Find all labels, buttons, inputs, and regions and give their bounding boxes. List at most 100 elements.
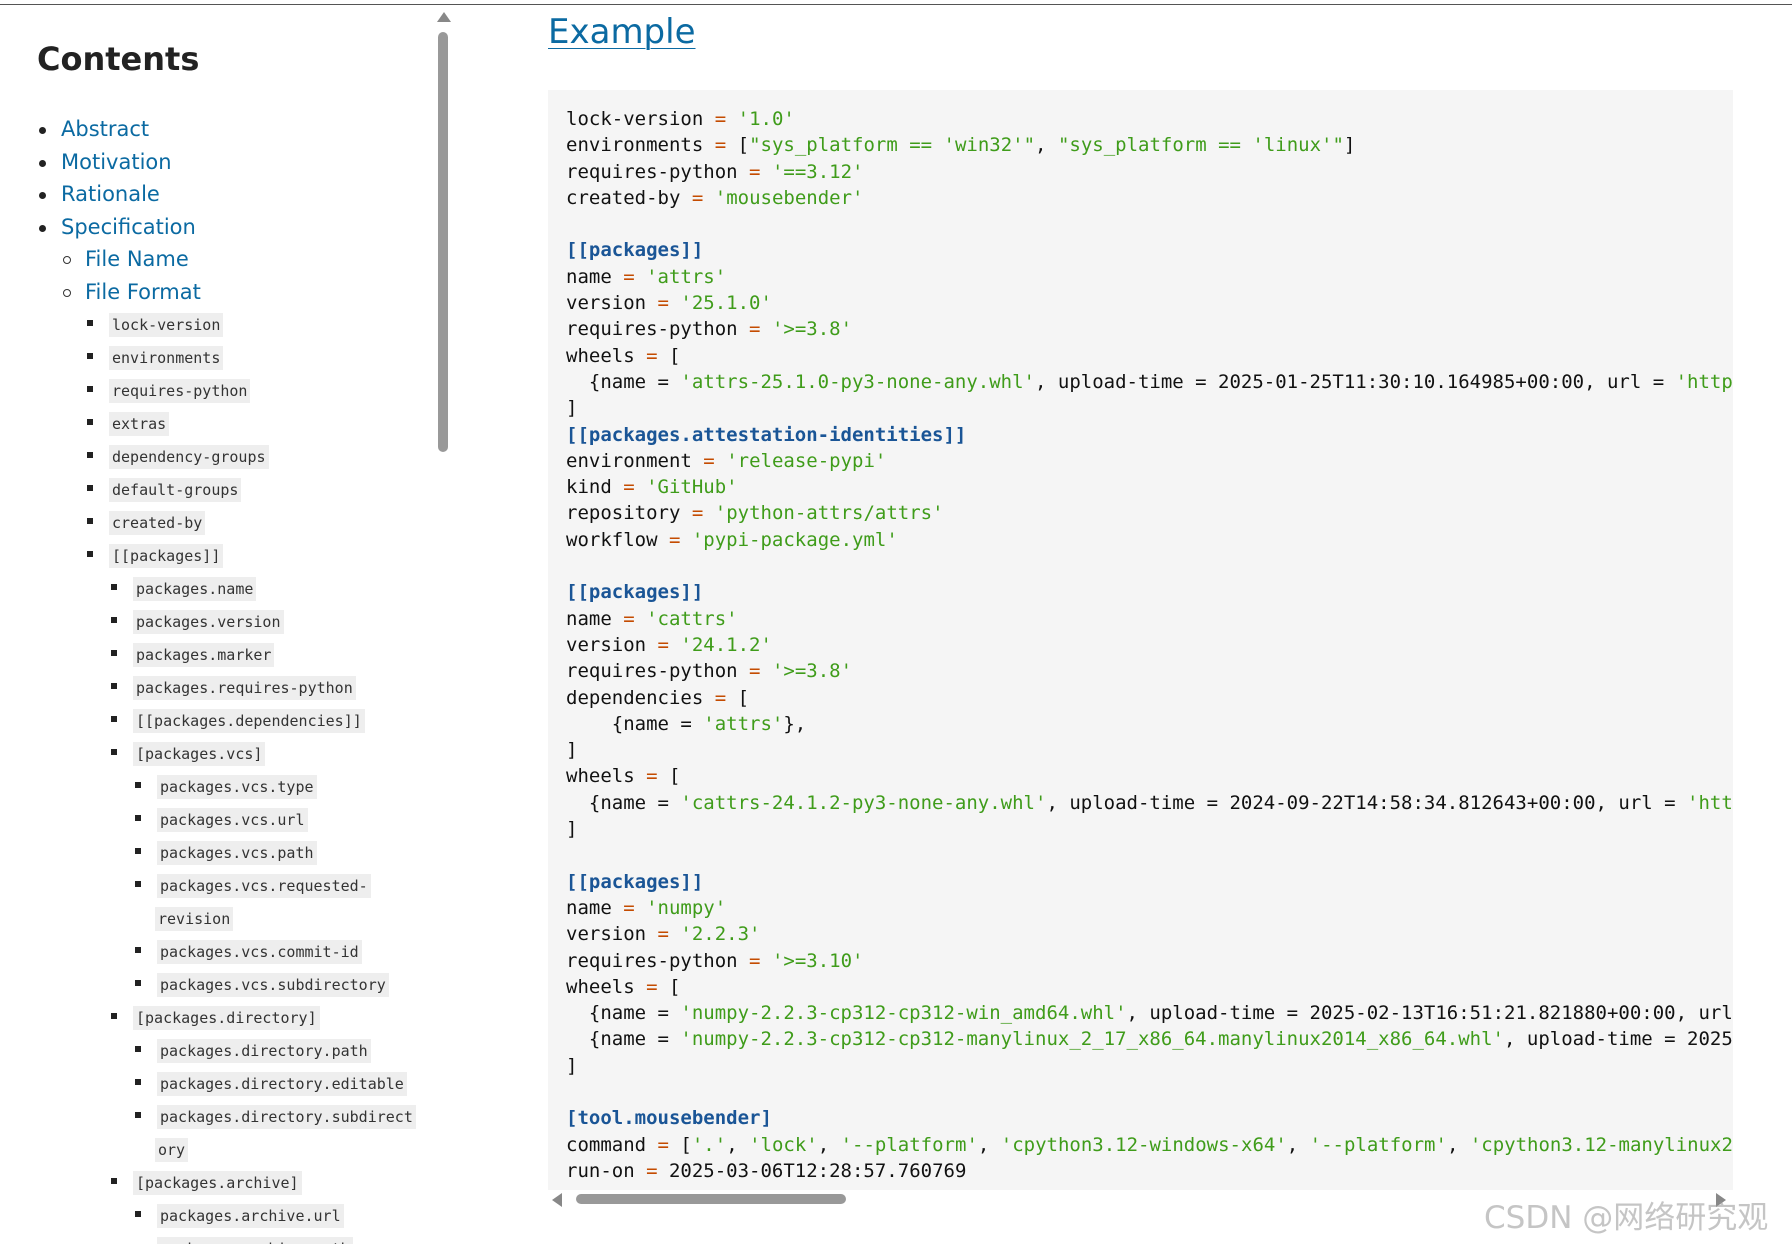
toc-code-label: packages.vcs.path bbox=[157, 841, 317, 865]
toc-link-packages-vcs-subdirectory[interactable]: packages.vcs.subdirectory bbox=[157, 973, 389, 997]
code-token: 'attrs' bbox=[703, 712, 784, 735]
code-line: [tool.mousebender] bbox=[566, 1107, 772, 1129]
toc-code-label: dependency-groups bbox=[109, 445, 269, 469]
toc-code-label-continued: ory bbox=[155, 1138, 189, 1162]
watermark: CSDN @网络研究观 bbox=[1484, 1200, 1769, 1236]
toc-link-packages-vcs-commit-id[interactable]: packages.vcs.commit-id bbox=[157, 940, 362, 964]
section-heading-example[interactable]: Example bbox=[548, 12, 696, 52]
toc-code-label: packages.vcs.commit-id bbox=[157, 940, 362, 964]
code-line: dependencies = [ bbox=[566, 687, 749, 709]
toc-link-motivation[interactable]: Motivation bbox=[61, 149, 172, 175]
toc-link-packages-directory-editable[interactable]: packages.directory.editable bbox=[157, 1072, 407, 1096]
scroll-left-arrow-icon[interactable] bbox=[552, 1193, 562, 1207]
scroll-up-arrow-icon[interactable] bbox=[437, 12, 451, 22]
bullet-square-icon bbox=[111, 716, 117, 722]
toc-link-packages-name[interactable]: packages.name bbox=[133, 577, 257, 601]
toc-code-label: packages.vcs.subdirectory bbox=[157, 973, 389, 997]
code-token: "sys_platform == 'linux'" bbox=[1057, 134, 1344, 157]
code-token: 'numpy' bbox=[646, 896, 727, 919]
code-line: environment = 'release-pypi' bbox=[566, 450, 886, 472]
code-token: {name = bbox=[566, 1002, 681, 1025]
toc-link-rationale[interactable]: Rationale bbox=[61, 181, 160, 207]
toc-code-label: [[packages.dependencies]] bbox=[133, 709, 365, 733]
code-token: = bbox=[749, 160, 761, 183]
code-token: ] bbox=[566, 739, 578, 762]
toc-link-packages-marker[interactable]: packages.marker bbox=[133, 643, 275, 667]
code-token: '--platform' bbox=[840, 1133, 978, 1156]
toc-item-packages-directory-path: packages.directory.path bbox=[0, 1033, 440, 1066]
toc-link-packages-archive-path[interactable]: packages.archive.path bbox=[157, 1237, 353, 1244]
code-token: = bbox=[691, 502, 704, 525]
toc-link-lock-version[interactable]: lock-version bbox=[109, 313, 224, 337]
code-token: '25.1.0' bbox=[680, 292, 772, 315]
toc-link-packages-vcs-path[interactable]: packages.vcs.path bbox=[157, 841, 317, 865]
code-token: , bbox=[1286, 1133, 1310, 1156]
toc-link-environments[interactable]: environments bbox=[109, 346, 224, 370]
toc-item-packages-marker: packages.marker bbox=[0, 637, 440, 670]
code-line: requires-python = '>=3.8' bbox=[566, 318, 852, 340]
toc-link-packages-archive-url[interactable]: packages.archive.url bbox=[157, 1204, 344, 1228]
code-token: created-by bbox=[566, 186, 692, 209]
toc-link-file-format[interactable]: File Format bbox=[85, 279, 201, 305]
toc-link-packages-version[interactable]: packages.version bbox=[133, 610, 284, 634]
code-token: 'attrs' bbox=[646, 265, 727, 288]
code-token: requires-python bbox=[566, 160, 750, 183]
toc-link-packages-archive[interactable]: [packages.archive] bbox=[133, 1171, 302, 1195]
code-line: [[packages]] bbox=[566, 581, 703, 603]
toc-item-environments: environments bbox=[0, 340, 440, 373]
toc-link-packages-vcs[interactable]: [packages.vcs] bbox=[133, 742, 266, 766]
toc-link-packages-dependencies[interactable]: [[packages.dependencies]] bbox=[133, 709, 365, 733]
toc-link-default-groups[interactable]: default-groups bbox=[109, 478, 242, 502]
toc-link-requires-python[interactable]: requires-python bbox=[109, 379, 251, 403]
toc-link-packages[interactable]: [[packages]] bbox=[109, 544, 224, 568]
sidebar-scrollbar-thumb[interactable] bbox=[438, 32, 448, 452]
bullet-square-icon bbox=[87, 518, 93, 524]
code-token: ] bbox=[566, 818, 578, 841]
toc-link-specification[interactable]: Specification bbox=[61, 214, 196, 240]
toc-link-dependency-groups[interactable]: dependency-groups bbox=[109, 445, 269, 469]
code-line: repository = 'python-attrs/attrs' bbox=[566, 502, 944, 524]
toc-link-packages-vcs-type[interactable]: packages.vcs.type bbox=[157, 775, 317, 799]
code-token: {name = bbox=[566, 712, 704, 735]
code-token: 'cpython3.12-manylinux2014-x64' bbox=[1469, 1133, 1733, 1156]
code-scrollbar-thumb[interactable] bbox=[576, 1194, 846, 1204]
toc-item-packages-archive: [packages.archive] bbox=[0, 1165, 440, 1198]
toc-link-packages-directory[interactable]: [packages.directory] bbox=[133, 1006, 320, 1030]
sidebar-scrollbar[interactable] bbox=[436, 6, 451, 1244]
code-token: [ bbox=[668, 1133, 692, 1156]
code-token: repository bbox=[566, 502, 692, 525]
toc-item-extras: extras bbox=[0, 406, 440, 439]
toc-link-abstract[interactable]: Abstract bbox=[61, 116, 149, 142]
code-token: 'pypi-package.yml' bbox=[691, 528, 898, 551]
toc-item-created-by: created-by bbox=[0, 505, 440, 538]
toc-link-packages-directory-path[interactable]: packages.directory.path bbox=[157, 1039, 371, 1063]
code-token: '>=3.8' bbox=[771, 660, 853, 683]
code-section-header: [[packages]] bbox=[566, 239, 704, 262]
toc-link-packages-requires-python[interactable]: packages.requires-python bbox=[133, 676, 356, 700]
toc-link-extras[interactable]: extras bbox=[109, 412, 170, 436]
toc-link-file-name[interactable]: File Name bbox=[85, 246, 189, 272]
code-token: = bbox=[623, 476, 635, 499]
bullet-square-icon bbox=[135, 1211, 141, 1217]
code-token: requires-python bbox=[566, 949, 750, 972]
toc-link-packages-directory-subdirectory[interactable]: packages.directory.subdirect bbox=[157, 1105, 416, 1129]
code-line: {name = 'numpy-2.2.3-cp312-cp312-manylin… bbox=[566, 1028, 1733, 1050]
bullet-square-icon bbox=[111, 650, 117, 656]
toc-code-label: default-groups bbox=[109, 478, 242, 502]
toc-code-label: packages.marker bbox=[133, 643, 275, 667]
code-token: requires-python bbox=[566, 318, 750, 341]
code-line: workflow = 'pypi-package.yml' bbox=[566, 529, 898, 551]
toc-item-packages-vcs-requested-revision: packages.vcs.requested-revision bbox=[0, 868, 440, 934]
toc-link-packages-vcs-requested-revision[interactable]: packages.vcs.requested- bbox=[157, 874, 371, 898]
code-token: kind bbox=[566, 476, 624, 499]
toc-link-created-by[interactable]: created-by bbox=[109, 511, 206, 535]
code-token: [ bbox=[657, 765, 681, 788]
toc-link-packages-vcs-url[interactable]: packages.vcs.url bbox=[157, 808, 308, 832]
code-token: , upload-time = 2025-02-13T16:51:21.8218… bbox=[1126, 1002, 1733, 1025]
toc-code-label: packages.directory.editable bbox=[157, 1072, 407, 1096]
toc-code-label: requires-python bbox=[109, 379, 251, 403]
